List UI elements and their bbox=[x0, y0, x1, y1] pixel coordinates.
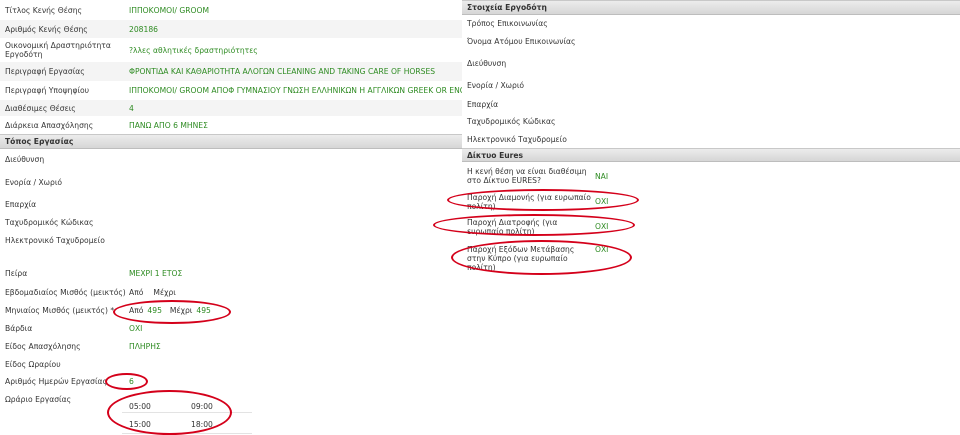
employer-email-row: Ηλεκτρονικό Ταχυδρομείο bbox=[462, 130, 960, 149]
field-label: Μηνιαίος Μισθός (μεικτός) * bbox=[5, 305, 115, 315]
salary-to-label: Μέχρι bbox=[153, 287, 176, 297]
field-label: Είδος Ωραρίου bbox=[5, 359, 61, 369]
field-value: ΠΑΝΩ ΑΠΟ 6 ΜΗΝΕΣ bbox=[129, 120, 208, 130]
eures-available-row: Η κενή θέση να είναι διαθέσιμη στο Δίκτυ… bbox=[462, 162, 960, 191]
field-label: Ενορία / Χωριό bbox=[467, 81, 525, 90]
field-value: ΙΠΠΟΚΟΜΟΙ/ GROOM ΑΠΟΦ ΓΥΜΝΑΣΙΟΥ ΓΝΩΣΗ ΕΛ… bbox=[129, 86, 483, 95]
field-label: Ενορία / Χωριό bbox=[5, 177, 63, 187]
workplace-village-row: Ενορία / Χωριό bbox=[0, 169, 535, 196]
field-label: Βάρδια bbox=[5, 323, 33, 333]
salary-from-label: Από bbox=[129, 287, 144, 297]
field-label: Ταχυδρομικός Κώδικας bbox=[5, 218, 94, 227]
field-label: Διεύθυνση bbox=[5, 154, 45, 164]
field-label: Ηλεκτρονικό Ταχυδρομείο bbox=[5, 235, 105, 245]
employer-address-row: Διεύθυνση bbox=[462, 50, 960, 77]
eures-section-header: Δίκτυο Eures bbox=[462, 148, 960, 162]
field-label: Διαθέσιμες Θέσεις bbox=[5, 103, 76, 113]
field-label: Οικονομική Δραστηριότητα Εργοδότη bbox=[5, 41, 111, 59]
field-value: ΠΛΗΡΗΣ bbox=[129, 341, 161, 351]
workdays-annotation-circle bbox=[105, 373, 148, 390]
available-positions-row: Διαθέσιμες Θέσεις 4 bbox=[0, 100, 535, 117]
field-label: Περιγραφή Υποψηφίου bbox=[5, 86, 90, 95]
employment-duration-row: Διάρκεια Απασχόλησης ΠΑΝΩ ΑΠΟ 6 ΜΗΝΕΣ bbox=[0, 116, 535, 135]
monthly-salary-annotation-circle bbox=[113, 300, 231, 324]
accommodation-annotation-circle bbox=[447, 189, 639, 211]
employer-section-header: Στοιχεία Εργοδότη bbox=[462, 0, 960, 15]
weekly-salary-row: Εβδομαδιαίος Μισθός (μεικτός) Από Μέχρι bbox=[0, 283, 535, 302]
field-label: Είδος Απασχόλησης bbox=[5, 341, 81, 351]
workplace-section-header: Τόπος Εργασίας bbox=[0, 134, 535, 149]
field-label: Επαρχία bbox=[467, 99, 499, 109]
field-label: Περιγραφή Εργασίας bbox=[5, 67, 85, 76]
field-value: ?λλες αθλητικές δραστηριότητες bbox=[129, 45, 258, 55]
field-label: Τίτλος Κενής Θέσης bbox=[5, 5, 82, 15]
job-number-row: Αριθμός Κενής Θέσης 208186 bbox=[0, 20, 535, 39]
job-description-row: Περιγραφή Εργασίας ΦΡΟΝΤΙΔΑ ΚΑΙ ΚΑΘΑΡΙΟΤ… bbox=[0, 62, 535, 82]
field-value: 4 bbox=[129, 103, 134, 113]
field-value: ΦΡΟΝΤΙΔΑ ΚΑΙ ΚΑΘΑΡΙΟΤΗΤΑ ΑΛΟΓΩΝ CLEANING… bbox=[129, 67, 436, 76]
field-label: Διεύθυνση bbox=[467, 58, 507, 68]
field-value: ΙΠΠΟΚΟΜΟΙ/ GROOM bbox=[129, 5, 210, 15]
economic-activity-row: Οικονομική Δραστηριότητα Εργοδότη ?λλες … bbox=[0, 38, 535, 63]
employment-type-row: Είδος Απασχόλησης ΠΛΗΡΗΣ bbox=[0, 337, 535, 356]
field-label: Ταχυδρομικός Κώδικας bbox=[467, 117, 556, 126]
employer-village-row: Ενορία / Χωριό bbox=[462, 76, 960, 96]
employer-district-row: Επαρχία bbox=[462, 95, 960, 114]
job-title-row: Τίτλος Κενής Θέσης ΙΠΠΟΚΟΜΟΙ/ GROOM bbox=[0, 0, 535, 21]
workplace-address-row: Διεύθυνση bbox=[0, 149, 535, 170]
field-label: Πείρα bbox=[5, 269, 28, 278]
field-label: Τρόπος Επικοινωνίας bbox=[467, 19, 548, 28]
work-hours-row: Ωράριο Εργασίας bbox=[0, 390, 535, 410]
workplace-email-row: Ηλεκτρονικό Ταχυδρομείο bbox=[0, 231, 535, 250]
schedule-type-row: Είδος Ωραρίου bbox=[0, 355, 535, 374]
field-label: Εβδομαδιαίος Μισθός (μεικτός) bbox=[5, 287, 126, 297]
workdays-row: Αριθμός Ημερών Εργασίας 6 bbox=[0, 373, 535, 391]
field-value: 208186 bbox=[129, 24, 158, 34]
contact-person-row: Όνομα Ατόμου Επικοινωνίας bbox=[462, 32, 960, 51]
experience-row: Πείρα ΜΕΧΡΙ 1 ΕΤΟΣ bbox=[0, 264, 535, 284]
field-label: Αριθμός Κενής Θέσης bbox=[5, 24, 88, 34]
field-value: ΟΧΙ bbox=[129, 323, 143, 333]
field-value: ΜΕΧΡΙ 1 ΕΤΟΣ bbox=[129, 269, 183, 278]
monthly-salary-row: Μηνιαίος Μισθός (μεικτός) * Από 495 Μέχρ… bbox=[0, 301, 535, 320]
employer-postcode-row: Ταχυδρομικός Κώδικας bbox=[462, 113, 960, 131]
shift-row: Βάρδια ΟΧΙ bbox=[0, 319, 535, 338]
field-label: Επαρχία bbox=[5, 200, 37, 209]
field-label: Διάρκεια Απασχόλησης bbox=[5, 120, 94, 130]
travel-expenses-annotation-circle bbox=[451, 240, 632, 275]
field-label: Ωράριο Εργασίας bbox=[5, 395, 72, 404]
field-label: Η κενή θέση να είναι διαθέσιμη στο Δίκτυ… bbox=[467, 167, 587, 185]
work-hours-annotation-circle bbox=[107, 390, 232, 435]
candidate-description-row: Περιγραφή Υποψηφίου ΙΠΠΟΚΟΜΟΙ/ GROOM ΑΠΟ… bbox=[0, 81, 535, 101]
meals-annotation-circle bbox=[433, 214, 635, 236]
contact-method-row: Τρόπος Επικοινωνίας bbox=[462, 15, 960, 33]
field-value: ΝΑΙ bbox=[595, 171, 609, 181]
field-label: Όνομα Ατόμου Επικοινωνίας bbox=[467, 36, 576, 46]
field-label: Ηλεκτρονικό Ταχυδρομείο bbox=[467, 134, 567, 144]
